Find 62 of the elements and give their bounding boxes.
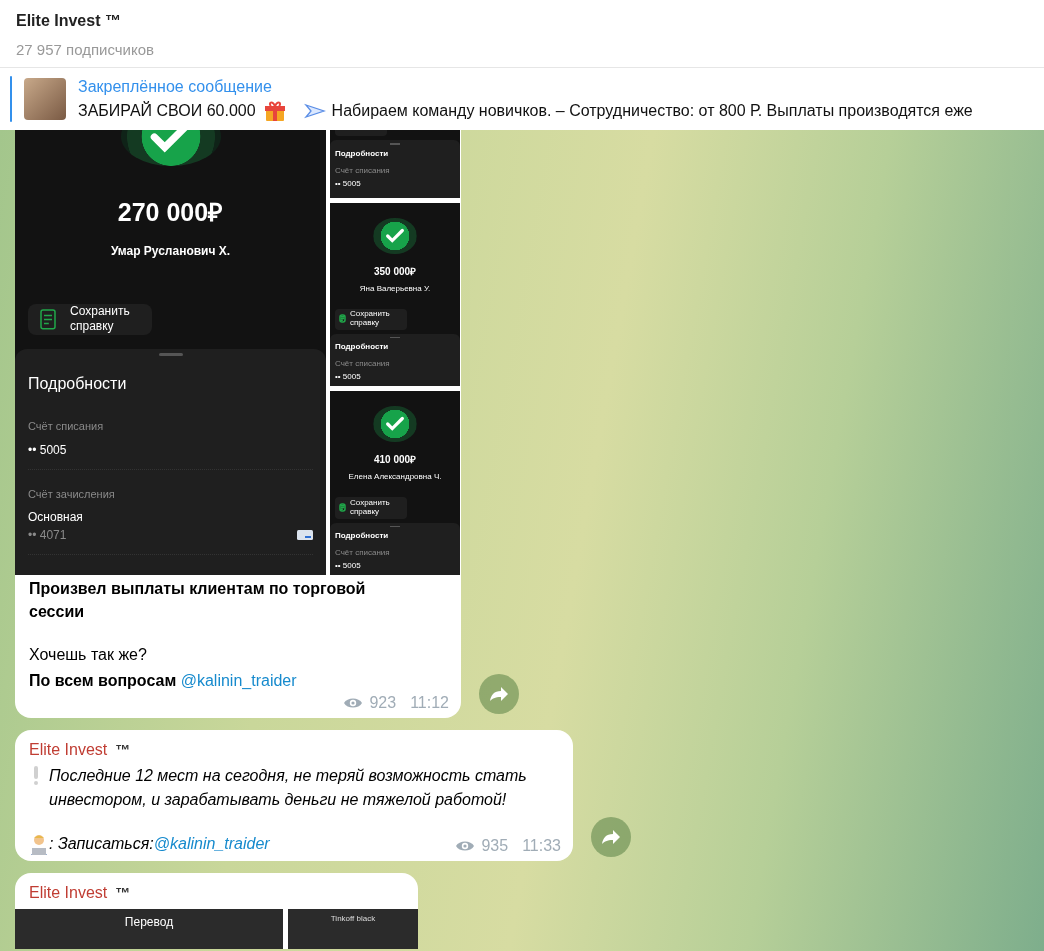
sender-name: Elite Invest: [29, 883, 108, 903]
forward-button[interactable]: [591, 817, 631, 857]
person-laptop-icon: [29, 833, 49, 855]
channel-title: Elite Invest ™: [16, 11, 122, 31]
message-text: Хочешь так же?: [29, 645, 148, 665]
username-link[interactable]: @kalinin_traider: [153, 832, 270, 856]
account-number: •• 4071: [28, 527, 67, 544]
forward-arrow-icon: [489, 686, 509, 702]
message-text: : Записаться:: [49, 834, 154, 854]
photo-placeholder: [24, 78, 66, 120]
sender-name: Elite Invest: [29, 740, 108, 760]
details-title: Подробности: [28, 374, 128, 394]
details-title: Подробности: [335, 341, 390, 353]
save-receipt-button[interactable]: Сохранить справку: [335, 497, 407, 519]
field-value: •• 5005: [335, 177, 362, 190]
document-icon: [40, 309, 56, 330]
field-label: Счёт списания: [335, 358, 391, 370]
pinned-label: Закреплённое сообщение: [78, 77, 273, 97]
recipient-name: Умар Русланович Х.: [110, 242, 231, 260]
amount-text: 410 000₽: [373, 453, 417, 468]
amount-text: 270 000₽: [117, 197, 224, 229]
save-receipt-button[interactable]: Сохранить справку: [28, 303, 152, 335]
subscriber-count: 27 957 подписчиков: [16, 40, 155, 60]
card-icon: [297, 530, 313, 540]
pinned-text: ЗАБИРАЙ СВОИ 60.000: [78, 100, 256, 121]
field-label: Счёт списания: [335, 547, 391, 559]
views-count: 923: [369, 693, 397, 713]
pinned-text: Набираем команду новичков. – Сотрудничество: от 800 Р. Выплаты производятся еже: [331, 101, 973, 121]
field-value: •• 5005: [335, 371, 362, 383]
forward-button[interactable]: [479, 674, 519, 714]
field-label: Счёт списания: [28, 419, 105, 434]
forward-arrow-icon: [601, 829, 621, 845]
message-text: Последние 12 мест на сегодня, не теряй возможность стать инвестором, и зарабатывать деньги не тяжелой работой!: [49, 766, 528, 810]
document-icon: [339, 503, 346, 513]
card-name: Tinkoff black: [330, 913, 376, 925]
recipient-name: Яна Валерьевна У.: [359, 282, 431, 295]
gift-icon: [263, 100, 286, 122]
arrow-icon: [303, 103, 326, 119]
message-headline: Произвел выплаты клиентам по торговой сессии: [29, 579, 367, 622]
trademark-label: ™: [115, 883, 131, 903]
message-text: По всем вопросам @kalinin_traider: [29, 671, 298, 691]
field-label: Счёт зачисления: [28, 486, 116, 502]
field-label: Счёт списания: [335, 164, 391, 177]
check-circle-icon: [373, 406, 417, 443]
document-icon: [339, 314, 346, 324]
save-receipt-button[interactable]: Сохранить справку: [335, 308, 407, 330]
amount-text: 350 000₽: [373, 264, 417, 279]
views-count: 935: [481, 836, 509, 856]
recipient-name: Елена Александровна Ч.: [348, 471, 442, 484]
message-time: 11:33: [522, 836, 561, 856]
field-value: •• 5005: [28, 441, 68, 459]
message-time: 11:12: [410, 693, 449, 713]
details-title: Подробности: [335, 147, 390, 160]
details-title: Подробности: [335, 530, 390, 542]
field-value: Основная: [28, 509, 84, 526]
trademark-label: ™: [115, 740, 131, 760]
username-link[interactable]: @kalinin_traider: [180, 672, 297, 689]
field-value: •• 5005: [335, 560, 362, 572]
transfer-title: Перевод: [124, 914, 174, 931]
views-icon: [455, 839, 476, 853]
views-icon: [343, 696, 364, 710]
check-circle-icon: [373, 218, 417, 254]
